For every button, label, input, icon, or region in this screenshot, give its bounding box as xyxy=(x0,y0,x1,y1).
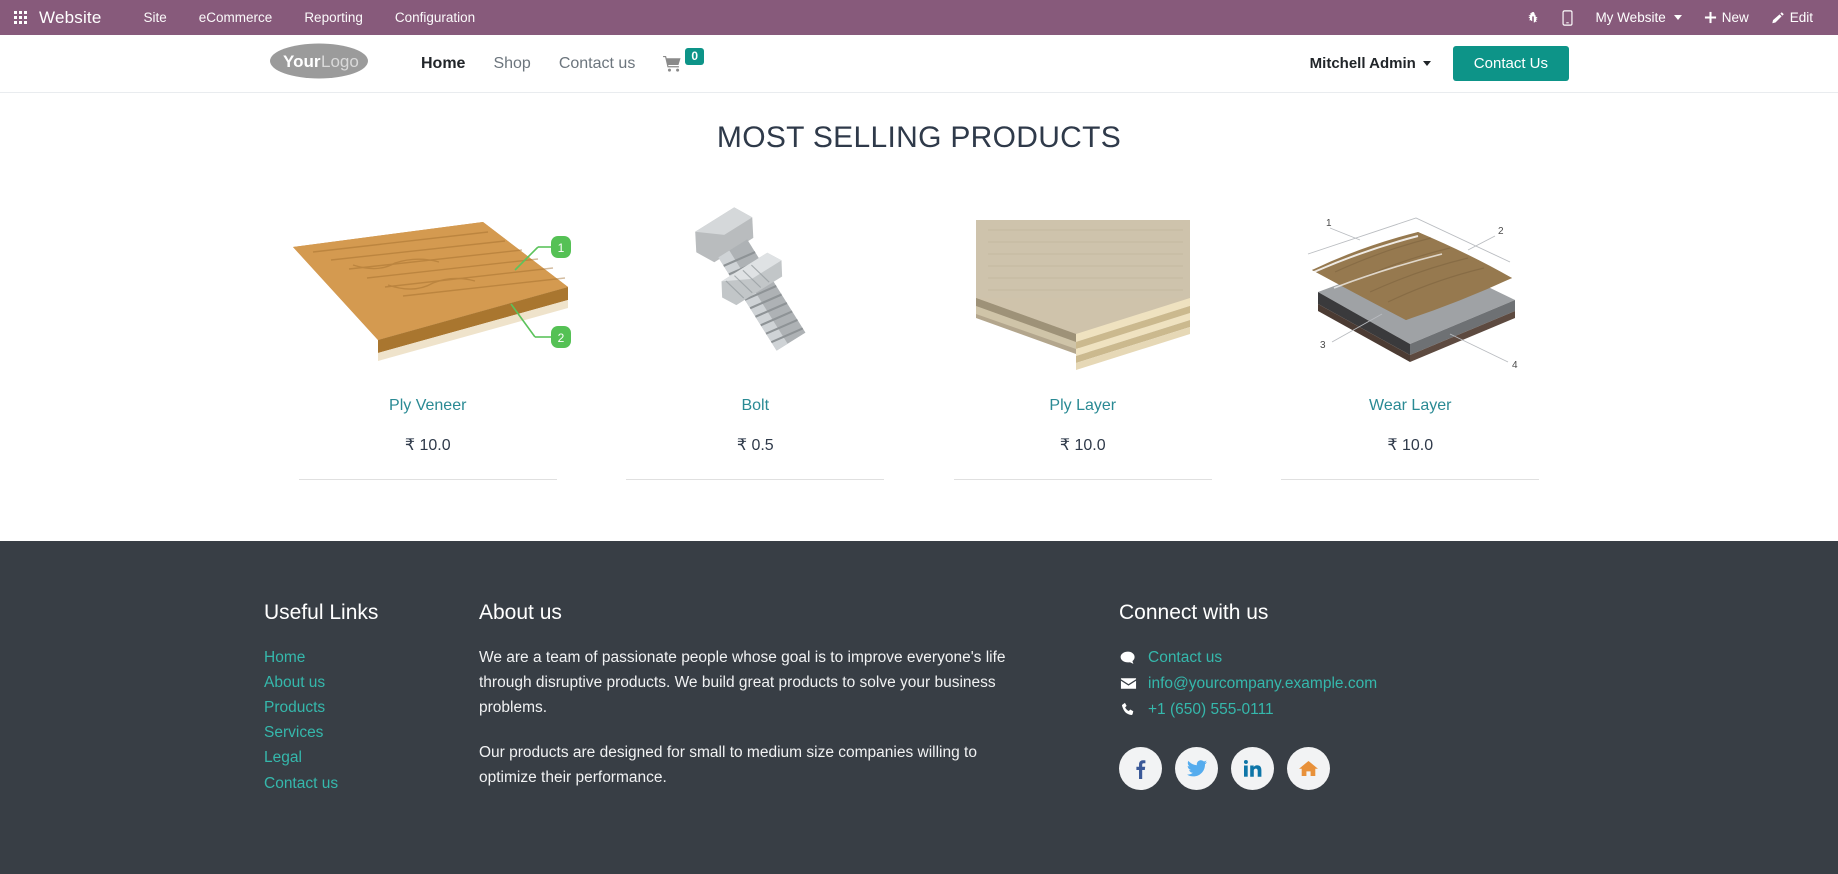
about-paragraph-1: We are a team of passionate people whose… xyxy=(479,649,1006,717)
product-card-ply-veneer[interactable]: 1 2 Ply Veneer ₹ 10.0 xyxy=(264,189,592,480)
site-nav-links: Home Shop Contact us 0 xyxy=(407,47,718,73)
useful-links-title: Useful Links xyxy=(264,601,379,624)
card-divider xyxy=(626,479,885,480)
cart-count-badge: 0 xyxy=(685,47,704,66)
footer-about: About us We are a team of passionate peo… xyxy=(479,601,1119,811)
footer-phone-link[interactable]: +1 (650) 555-0111 xyxy=(1148,697,1274,722)
apps-grid-icon[interactable] xyxy=(14,11,27,24)
footer-useful-links: Useful Links Home About us Products Serv… xyxy=(264,601,479,811)
website-navbar: Your Logo Home Shop Contact us 0 Mitchel… xyxy=(0,35,1838,93)
linkedin-icon[interactable] xyxy=(1231,747,1274,791)
svg-text:2: 2 xyxy=(1498,226,1504,237)
product-card-wear-layer[interactable]: 1 2 3 4 Wear Layer ₹ 10.0 xyxy=(1247,189,1575,480)
bug-icon[interactable] xyxy=(1515,11,1551,25)
footer-contact-link[interactable]: Contact us xyxy=(1148,645,1222,670)
envelope-icon xyxy=(1119,677,1137,690)
footer-link-services[interactable]: Services xyxy=(264,720,479,745)
odoo-top-bar: Website Site eCommerce Reporting Configu… xyxy=(0,0,1838,35)
svg-text:1: 1 xyxy=(1326,218,1332,229)
footer-link-legal[interactable]: Legal xyxy=(264,745,479,770)
shopping-cart-icon xyxy=(663,55,681,72)
menu-item-site[interactable]: Site xyxy=(128,10,183,25)
user-menu-label: Mitchell Admin xyxy=(1309,55,1416,72)
footer-phone-row[interactable]: +1 (650) 555-0111 xyxy=(1119,697,1574,722)
contact-us-button[interactable]: Contact Us xyxy=(1452,46,1569,81)
flooring-layers-image: 1 2 3 4 xyxy=(1261,189,1561,379)
nav-link-home[interactable]: Home xyxy=(407,55,479,73)
edit-button-label: Edit xyxy=(1789,10,1813,25)
product-grid: 1 2 Ply Veneer ₹ 10.0 Bolt ₹ 0.5 Ply Lay… xyxy=(264,189,1574,480)
footer-link-home[interactable]: Home xyxy=(264,645,479,670)
nav-link-contact-us[interactable]: Contact us xyxy=(545,55,649,73)
page-main: MOST SELLING PRODUCTS 1 2 Ply Veneer ₹ 1… xyxy=(0,93,1838,480)
product-name[interactable]: Ply Layer xyxy=(1049,397,1116,415)
product-name[interactable]: Ply Veneer xyxy=(389,397,466,415)
pencil-icon xyxy=(1772,11,1784,23)
product-price: ₹ 10.0 xyxy=(404,437,451,454)
footer-contact-row[interactable]: Contact us xyxy=(1119,645,1574,670)
chevron-down-icon xyxy=(1422,61,1431,66)
product-name[interactable]: Bolt xyxy=(741,397,769,415)
odoo-systray: My Website New Edit xyxy=(1515,9,1824,26)
facebook-icon[interactable] xyxy=(1119,747,1162,791)
footer-email-row[interactable]: info@yourcompany.example.com xyxy=(1119,671,1574,696)
site-logo[interactable]: Your Logo xyxy=(269,42,369,85)
footer-link-about-us[interactable]: About us xyxy=(264,670,479,695)
phone-icon xyxy=(1119,702,1137,717)
website-selector[interactable]: My Website xyxy=(1584,10,1692,25)
product-card-bolt[interactable]: Bolt ₹ 0.5 xyxy=(592,189,920,480)
plus-icon xyxy=(1704,11,1716,24)
svg-text:3: 3 xyxy=(1320,340,1326,351)
footer-email-link[interactable]: info@yourcompany.example.com xyxy=(1148,671,1377,696)
edit-button[interactable]: Edit xyxy=(1760,10,1824,25)
card-divider xyxy=(1281,479,1540,480)
menu-item-ecommerce[interactable]: eCommerce xyxy=(183,10,289,25)
product-card-ply-layer[interactable]: Ply Layer ₹ 10.0 xyxy=(919,189,1247,480)
your-logo-image: Your Logo xyxy=(270,43,368,79)
menu-item-reporting[interactable]: Reporting xyxy=(288,10,379,25)
new-button[interactable]: New xyxy=(1693,10,1760,25)
navbar-right: Mitchell Admin Contact Us xyxy=(1310,46,1569,81)
hex-bolt-image xyxy=(606,189,906,379)
social-links xyxy=(1119,747,1574,791)
product-price: ₹ 0.5 xyxy=(736,437,774,454)
footer-link-products[interactable]: Products xyxy=(264,695,479,720)
card-divider xyxy=(953,479,1212,480)
mobile-preview-icon[interactable] xyxy=(1551,9,1584,26)
product-price: ₹ 10.0 xyxy=(1059,437,1106,454)
nav-link-shop[interactable]: Shop xyxy=(479,55,544,73)
product-name[interactable]: Wear Layer xyxy=(1369,397,1451,415)
odoo-menubar: Site eCommerce Reporting Configuration xyxy=(128,10,492,25)
svg-text:2: 2 xyxy=(557,331,564,345)
menu-item-configuration[interactable]: Configuration xyxy=(379,10,491,25)
about-title: About us xyxy=(479,601,562,624)
card-divider xyxy=(298,479,557,480)
twitter-icon[interactable] xyxy=(1175,747,1218,791)
comment-icon xyxy=(1119,651,1137,665)
new-button-label: New xyxy=(1721,10,1749,25)
footer-connect: Connect with us Contact us info@yourcomp… xyxy=(1119,601,1574,811)
user-menu[interactable]: Mitchell Admin xyxy=(1310,55,1431,72)
about-paragraph-2: Our products are designed for small to m… xyxy=(479,744,977,787)
page-title: MOST SELLING PRODUCTS xyxy=(716,121,1122,154)
svg-text:Your: Your xyxy=(283,52,321,71)
chevron-down-icon xyxy=(1673,15,1682,20)
home-icon[interactable] xyxy=(1287,747,1330,791)
svg-text:1: 1 xyxy=(557,241,564,255)
ply-veneer-board-image: 1 2 xyxy=(278,189,578,379)
website-selector-label: My Website xyxy=(1595,10,1666,25)
svg-text:4: 4 xyxy=(1512,360,1518,371)
cart-button[interactable]: 0 xyxy=(649,47,718,73)
plywood-block-image xyxy=(933,189,1233,379)
site-footer: Useful Links Home About us Products Serv… xyxy=(0,541,1838,874)
app-brand-website[interactable]: Website xyxy=(39,8,102,28)
product-price: ₹ 10.0 xyxy=(1387,437,1434,454)
connect-title: Connect with us xyxy=(1119,601,1269,624)
footer-link-contact-us[interactable]: Contact us xyxy=(264,771,479,796)
svg-text:Logo: Logo xyxy=(321,52,359,71)
